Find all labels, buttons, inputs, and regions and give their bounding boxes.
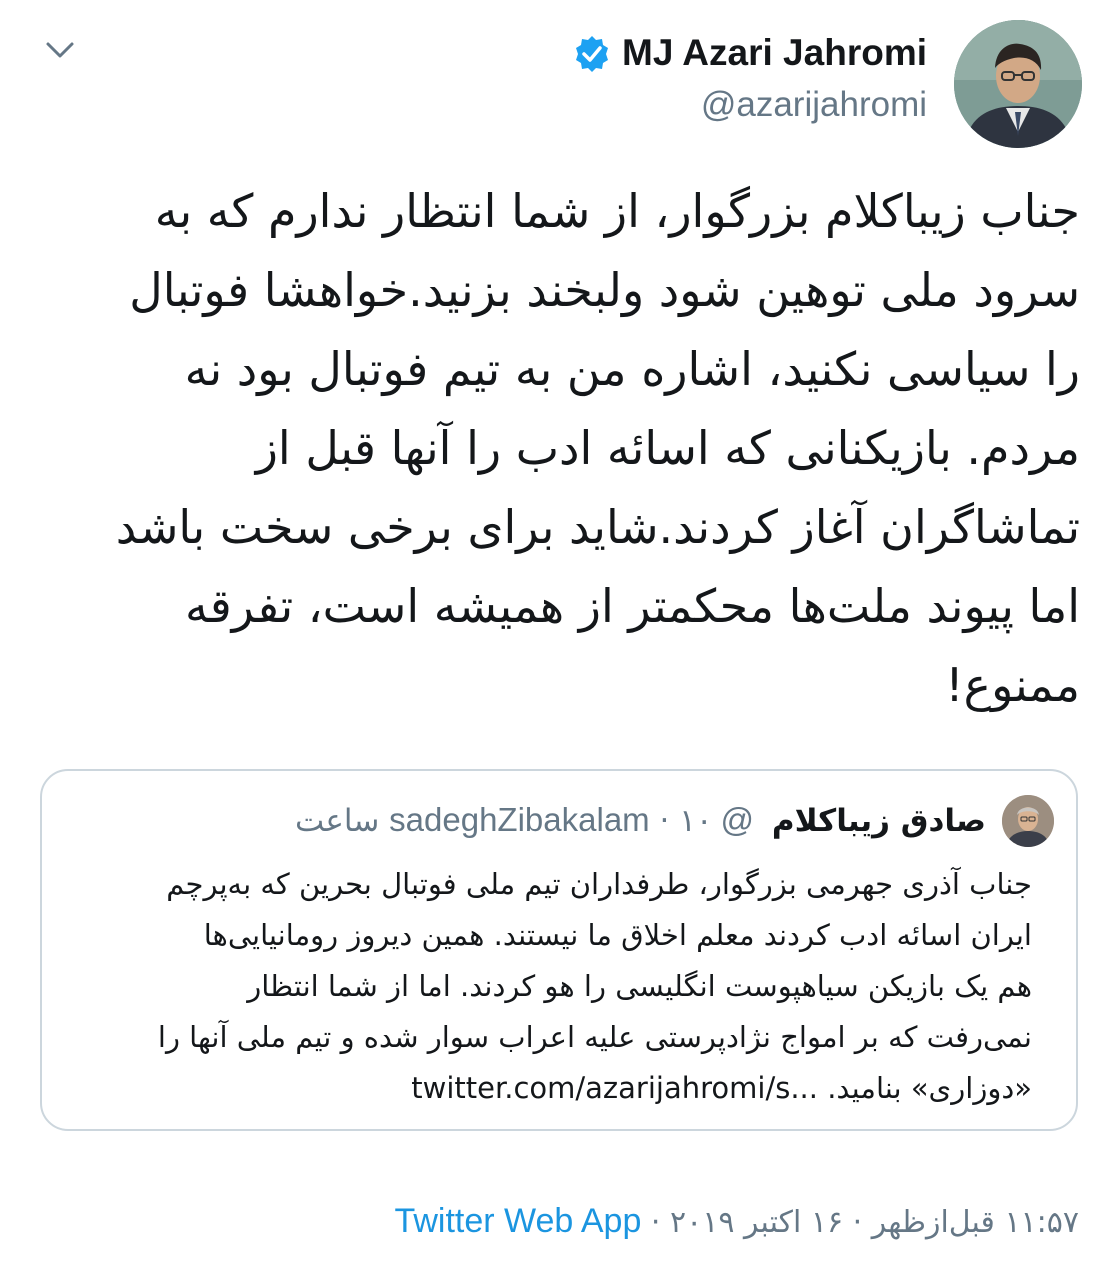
tweet-text-line: را سیاسی نکنید، اشاره من به تیم فوتبال ب… bbox=[184, 342, 1080, 396]
quoted-header: صادق زیباکلام @sadeghZibakalam · ۱۰ ساعت bbox=[295, 797, 986, 844]
tweet-text-line: اما پیوند ملت‌ها محکمتر از همیشه است، تف… bbox=[185, 579, 1080, 633]
quoted-text-line: «دوزاری» بنامید. ...twitter.com/azarijah… bbox=[411, 1071, 1032, 1105]
tweet-text-line: سرود ملی توهین شود ولبخند بزنید.خواهشا ف… bbox=[129, 263, 1080, 317]
chevron-down-icon[interactable] bbox=[40, 32, 80, 68]
tweet-text-line: ممنوع! bbox=[945, 658, 1080, 712]
quoted-text-line: جناب آذری جهرمی بزرگوار، طرفداران تیم مل… bbox=[166, 867, 1032, 901]
author-handle[interactable]: @azarijahromi bbox=[701, 82, 927, 128]
author-avatar[interactable] bbox=[954, 20, 1082, 148]
tweet-date[interactable]: ۱۶ اکتبر ۲۰۱۹ bbox=[670, 1205, 843, 1240]
quoted-author-avatar[interactable] bbox=[1002, 795, 1054, 847]
tweet-text-line: تماشاگران آغاز کردند.شاید برای برخی سخت … bbox=[115, 500, 1080, 554]
quoted-author-name[interactable]: صادق زیباکلام bbox=[772, 803, 986, 839]
tweet-card: MJ Azari Jahromi @azarijahromi جناب زیبا… bbox=[0, 0, 1119, 1280]
footer-separator: · bbox=[650, 1205, 661, 1240]
tweet-text-line: مردم. بازیکنانی که اسائه ادب را آنها قبل… bbox=[255, 421, 1080, 475]
tweet-time[interactable]: ۱۱:۵۷ قبل‌ازظهر bbox=[872, 1205, 1079, 1240]
quoted-text-line: هم یک بازیکن سیاهپوست انگلیسی را هو کردن… bbox=[247, 969, 1032, 1003]
quoted-text: جناب آذری جهرمی بزرگوار، طرفداران تیم مل… bbox=[72, 859, 1032, 1114]
tweet-source-link[interactable]: Twitter Web App bbox=[394, 1202, 641, 1240]
quoted-text-line: ایران اسائه ادب کردند معلم اخلاق ما نیست… bbox=[203, 918, 1032, 952]
author-display-name[interactable]: MJ Azari Jahromi bbox=[622, 28, 927, 78]
quoted-tweet[interactable]: صادق زیباکلام @sadeghZibakalam · ۱۰ ساعت… bbox=[40, 769, 1078, 1131]
tweet-text-line: جناب زیباکلام بزرگوار، از شما انتظار ندا… bbox=[154, 184, 1080, 238]
tweet-footer: ۱۱:۵۷ قبل‌ازظهر · ۱۶ اکتبر ۲۰۱۹ · Twitte… bbox=[394, 1196, 1079, 1248]
tweet-text: جناب زیباکلام بزرگوار، از شما انتظار ندا… bbox=[40, 172, 1080, 725]
quoted-text-line: نمی‌رفت که بر امواج نژادپرستی علیه اعراب… bbox=[157, 1020, 1032, 1054]
verified-badge-icon bbox=[572, 34, 612, 74]
footer-separator: · bbox=[852, 1205, 863, 1240]
